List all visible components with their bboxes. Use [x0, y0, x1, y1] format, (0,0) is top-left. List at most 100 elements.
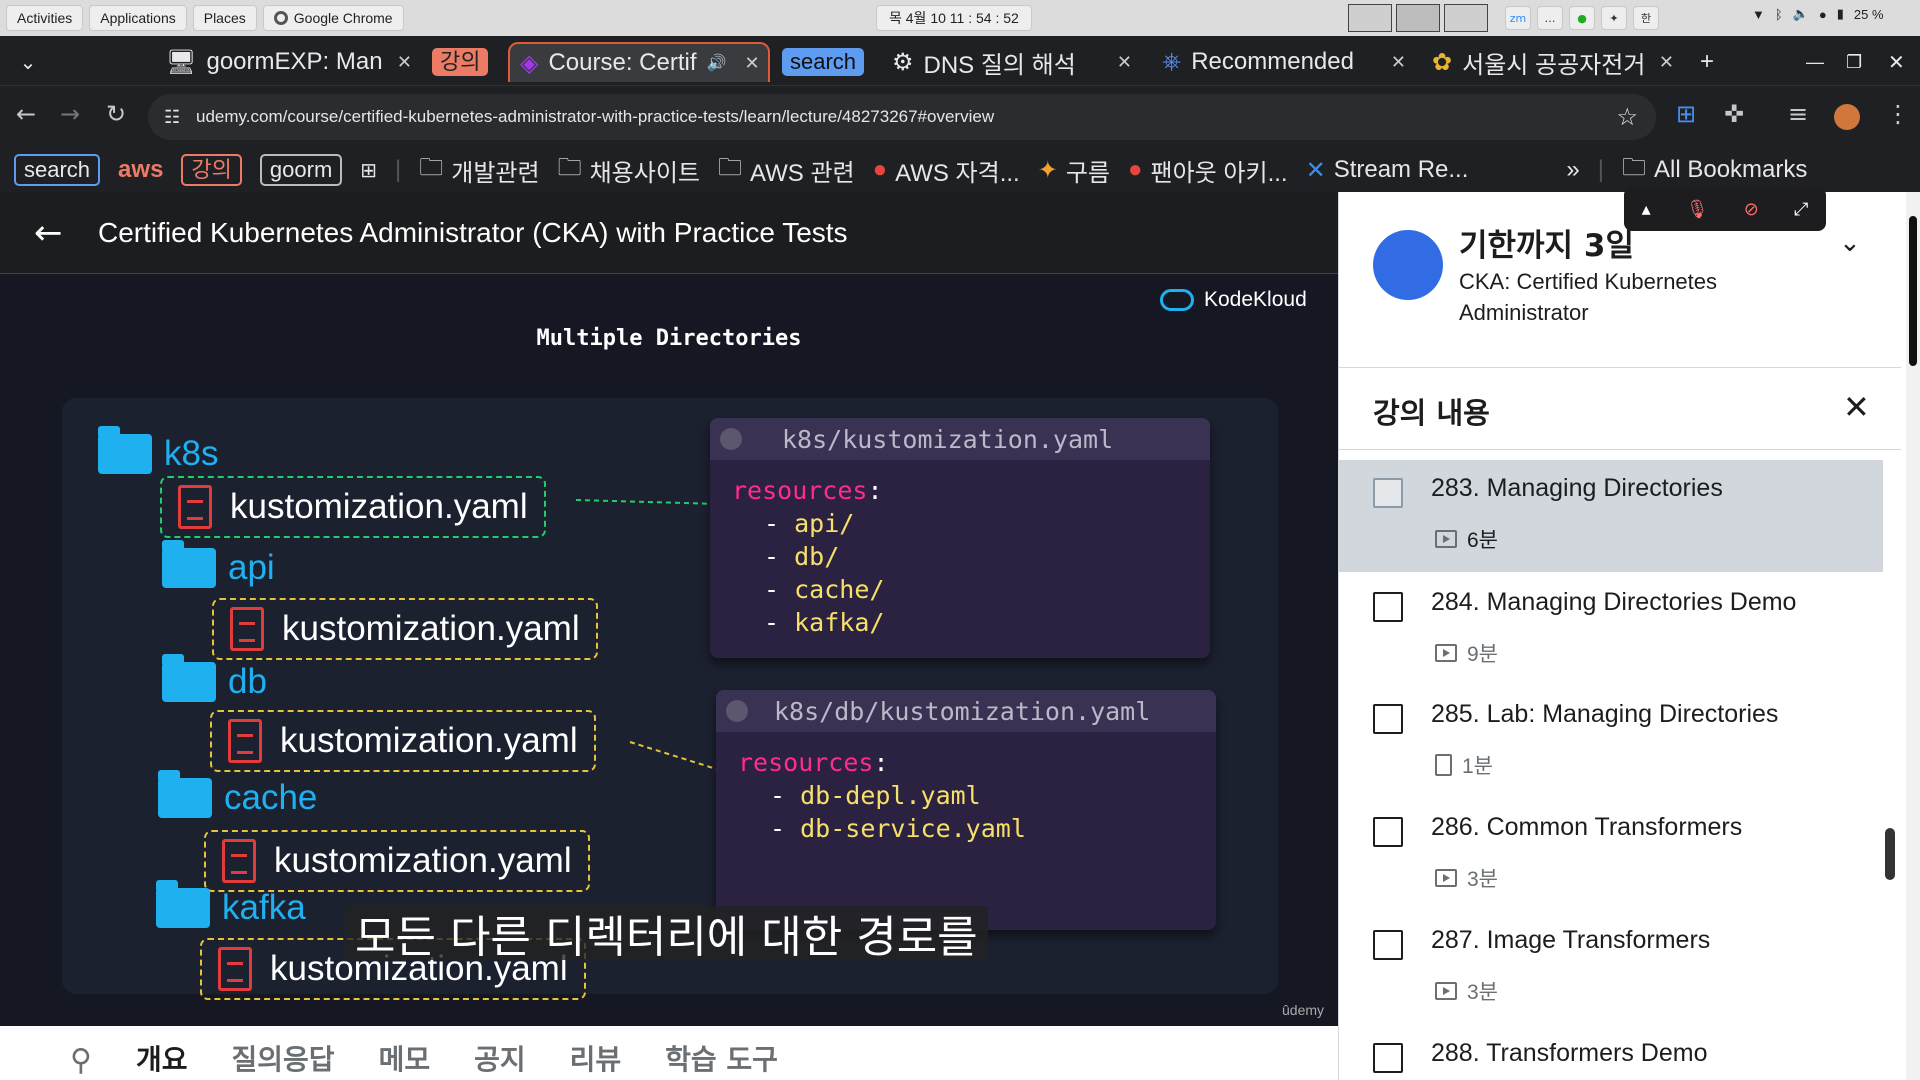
profile-avatar[interactable]	[1834, 104, 1860, 130]
lecture-checkbox[interactable]	[1373, 592, 1403, 622]
forward-button[interactable]: →	[60, 100, 80, 128]
bookmark-goorm[interactable]: ✦ 구름	[1038, 153, 1110, 188]
close-icon[interactable]: ✕	[1391, 52, 1406, 73]
back-arrow-icon[interactable]: ←	[34, 213, 84, 253]
search-icon[interactable]: ⚲	[70, 1043, 92, 1080]
menu-icon[interactable]: ⋮	[1886, 100, 1910, 128]
tab-overview[interactable]: 개요	[136, 1038, 188, 1080]
reload-button[interactable]: ↻	[106, 100, 126, 128]
tab-search-dropdown[interactable]: ⌄	[10, 42, 46, 82]
fullscreen-icon[interactable]: ⤢	[1794, 199, 1808, 220]
bookmark-aws-cert[interactable]: ● AWS 자격...	[873, 153, 1020, 188]
bookmarks-overflow-button[interactable]: »	[1566, 156, 1579, 184]
duration-label: 1분	[1462, 755, 1493, 778]
lecture-item[interactable]: 283. Managing Directories 6분	[1339, 460, 1883, 572]
kodekloud-logo: KodeKloud	[1160, 288, 1307, 312]
tab-goormexp[interactable]: 🖥 goormEXP: Man ✕	[166, 42, 412, 82]
clock[interactable]: 목 4월 10 11 : 54 : 52	[876, 5, 1032, 31]
lecture-checkbox[interactable]	[1373, 930, 1403, 960]
new-tab-button[interactable]: +	[1700, 42, 1730, 82]
yaml-key: resources	[732, 476, 868, 505]
lecture-checkbox[interactable]	[1373, 478, 1403, 508]
tab-group-label: 강의	[432, 48, 489, 76]
app-indicator-icon[interactable]: ●	[1569, 6, 1595, 30]
address-bar[interactable]: ☷ udemy.com/course/certified-kubernetes-…	[148, 94, 1656, 140]
mic-muted-icon[interactable]: 🎙	[1686, 199, 1709, 220]
maximize-button[interactable]: ❐	[1846, 42, 1866, 82]
bookmark-stream[interactable]: ✕ Stream Re...	[1306, 156, 1469, 185]
status-area[interactable]: ▼ ᛒ 🔈 ● ▮ 25 %	[1752, 6, 1884, 22]
workspace-2[interactable]	[1396, 4, 1440, 32]
close-icon[interactable]: ✕	[744, 53, 759, 74]
tab-announcements[interactable]: 공지	[474, 1038, 526, 1080]
tab-reviews[interactable]: 리뷰	[570, 1038, 622, 1080]
tab-notes[interactable]: 메모	[379, 1038, 431, 1080]
all-bookmarks-button[interactable]: 🗀 All Bookmarks	[1622, 150, 1807, 191]
lecture-item[interactable]: 288. Transformers Demo	[1339, 1025, 1883, 1080]
duration-label: 3분	[1467, 981, 1498, 1004]
tab-strip: ⌄ 🖥 goormEXP: Man ✕ 강의 ◈ Course: Certif 🔊 ✕ s…	[0, 36, 1920, 86]
tab-label: Course: Certif	[548, 49, 697, 76]
back-button[interactable]: ←	[16, 100, 36, 128]
bookmark-label: All Bookmarks	[1654, 156, 1808, 183]
close-icon[interactable]: ✕	[1659, 52, 1674, 73]
tab-recommended[interactable]: ⎈ Recommended ✕	[1162, 42, 1406, 82]
apps-grid-icon[interactable]: ⊞	[360, 158, 377, 183]
bookmark-group-aws[interactable]: aws	[118, 156, 163, 184]
bookmark-folder-dev[interactable]: 🗀 개발관련	[419, 150, 539, 191]
tab-qna[interactable]: 질의응답	[232, 1038, 335, 1080]
bookmark-folder-aws[interactable]: 🗀 AWS 관련	[718, 150, 855, 191]
zoom-icon[interactable]: zm	[1505, 6, 1531, 30]
tab-learning-tools[interactable]: 학습 도구	[665, 1038, 778, 1080]
activities-button[interactable]: Activities	[6, 5, 84, 31]
lecture-item[interactable]: 287. Image Transformers 3분	[1339, 912, 1883, 1024]
bluetooth-icon: ᛒ	[1774, 6, 1783, 22]
workspace-1[interactable]	[1348, 4, 1392, 32]
lecture-item[interactable]: 286. Common Transformers 3분	[1339, 799, 1883, 911]
workspace-3[interactable]	[1444, 4, 1488, 32]
caret-up-icon[interactable]: ▴	[1642, 199, 1651, 220]
media-controls-icon[interactable]: ≡	[1788, 100, 1808, 128]
bookmark-group-gangui[interactable]: 강의	[181, 154, 242, 186]
tab-group-gangui[interactable]: 강의	[432, 42, 496, 82]
sidebar-scrollbar-thumb[interactable]	[1885, 828, 1895, 880]
bookmark-fanout[interactable]: ● 팬아웃 아키...	[1128, 153, 1288, 188]
tab-dns[interactable]: ⚙ DNS 질의 해석 ✕	[892, 42, 1132, 82]
tab-seoul-bike[interactable]: ✿ 서울시 공공자전거 ✕	[1432, 42, 1674, 82]
close-icon[interactable]: ✕	[1843, 388, 1870, 426]
course-content-sidebar: 기한까지 3일 CKA: Certified Kubernetes Admini…	[1338, 192, 1920, 1080]
bookmark-folder-jobs[interactable]: 🗀 채용사이트	[558, 150, 700, 191]
lecture-checkbox[interactable]	[1373, 704, 1403, 734]
applications-menu[interactable]: Applications	[89, 5, 187, 31]
video-player[interactable]: KodeKloud Multiple Directories k8s kusto…	[0, 274, 1338, 1026]
close-icon[interactable]: ✕	[1117, 52, 1132, 73]
translate-icon[interactable]: ⊞	[1676, 100, 1696, 128]
lecture-checkbox[interactable]	[1373, 817, 1403, 847]
site-info-icon[interactable]: ☷	[164, 107, 180, 128]
camera-off-icon[interactable]: ⊘	[1744, 199, 1759, 220]
page-scrollbar[interactable]	[1906, 192, 1920, 1080]
close-icon[interactable]: ✕	[397, 52, 412, 73]
page-scrollbar-thumb[interactable]	[1909, 216, 1917, 366]
lecture-checkbox[interactable]	[1373, 1043, 1403, 1073]
bookmark-group-goorm[interactable]: goorm	[259, 154, 343, 186]
accessibility-icon[interactable]: ✦	[1601, 6, 1627, 30]
folder-label: kafka	[222, 888, 306, 927]
chrome-label: Google Chrome	[293, 10, 393, 26]
audio-icon[interactable]: 🔊	[707, 53, 727, 73]
extensions-icon[interactable]: ✜	[1724, 100, 1744, 128]
tab-group-search[interactable]: search	[782, 42, 878, 82]
minimize-button[interactable]: —	[1806, 42, 1826, 82]
ime-indicator[interactable]: 한	[1633, 6, 1659, 30]
lecture-item[interactable]: 284. Managing Directories Demo 9분	[1339, 574, 1883, 686]
tab-course-active[interactable]: ◈ Course: Certif 🔊 ✕	[508, 42, 770, 82]
window-close-button[interactable]: ✕	[1888, 42, 1912, 82]
places-menu[interactable]: Places	[192, 5, 257, 31]
chrome-app-button[interactable]: Google Chrome	[262, 5, 404, 31]
folder-icon: 🗀	[718, 153, 742, 181]
bookmark-star-icon[interactable]: ☆	[1616, 103, 1638, 132]
bookmark-group-search[interactable]: search	[14, 154, 101, 186]
lecture-item[interactable]: 285. Lab: Managing Directories 1분	[1339, 686, 1883, 798]
chat-icon[interactable]: …	[1537, 6, 1563, 30]
chevron-down-icon[interactable]: ⌄	[1839, 228, 1861, 258]
